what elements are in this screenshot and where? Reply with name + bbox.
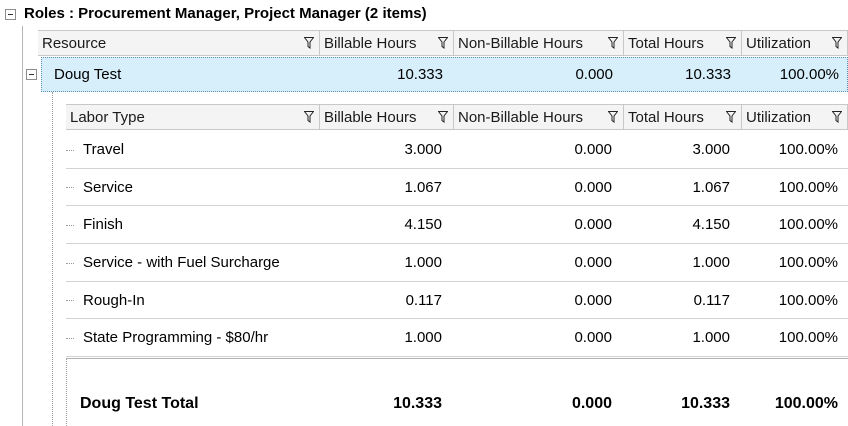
- master-header: Resource Billable Hours Non-Billable Hou…: [38, 30, 848, 56]
- non-billable-cell: 0.000: [574, 178, 612, 196]
- total-cell: 10.333: [685, 66, 731, 83]
- filter-icon[interactable]: [726, 37, 736, 49]
- filter-icon[interactable]: [608, 37, 618, 49]
- filter-icon[interactable]: [438, 111, 448, 123]
- col-header-non-billable[interactable]: Non-Billable Hours: [454, 31, 624, 55]
- col-header-label: Labor Type: [70, 108, 145, 126]
- utilization-cell: 100.00%: [778, 141, 838, 158]
- detail-header: Labor Type Billable Hours Non-Billable H…: [66, 104, 848, 130]
- table-row[interactable]: Service 1.067 0.000 1.067 100.00%: [66, 169, 848, 206]
- labor-type-cell: Travel: [83, 141, 125, 158]
- total-cell: 0.117: [693, 291, 730, 309]
- filter-icon[interactable]: [832, 111, 842, 123]
- labor-type-cell: Rough-In: [83, 291, 145, 309]
- utilization-cell: 100.00%: [778, 254, 838, 271]
- non-billable-cell: 0.000: [574, 216, 612, 233]
- billable-cell: 10.333: [397, 66, 443, 83]
- group-collapse-icon[interactable]: [5, 9, 16, 20]
- table-row[interactable]: Service - with Fuel Surcharge 1.000 0.00…: [66, 244, 848, 282]
- col-header-label: Total Hours: [628, 34, 704, 52]
- filter-icon[interactable]: [438, 37, 448, 49]
- col-header-label: Utilization: [746, 108, 812, 126]
- col-header-total[interactable]: Total Hours: [624, 31, 742, 55]
- tree-connector: [52, 92, 53, 426]
- utilization-cell: 100.00%: [778, 216, 838, 233]
- tree-branch: [66, 150, 74, 151]
- filter-icon[interactable]: [726, 111, 736, 123]
- total-cell: 1.000: [692, 254, 730, 271]
- resource-cell: Doug Test: [54, 66, 122, 83]
- billable-cell: 0.117: [405, 291, 442, 309]
- summary-row: Doug Test Total 10.333 0.000 10.333 100.…: [66, 386, 848, 422]
- non-billable-cell: 0.000: [574, 254, 612, 271]
- filter-icon[interactable]: [304, 37, 314, 49]
- labor-type-cell: Service - with Fuel Surcharge: [83, 254, 280, 271]
- summary-total: 10.333: [681, 395, 730, 412]
- labor-type-cell: State Programming - $80/hr: [83, 329, 269, 346]
- tree-branch: [66, 225, 74, 226]
- col-header-utilization[interactable]: Utilization: [742, 31, 848, 55]
- col-header-label: Resource: [42, 34, 107, 52]
- col-header-billable[interactable]: Billable Hours: [320, 31, 454, 55]
- group-title: Roles : Procurement Manager, Project Man…: [24, 5, 427, 22]
- detail-rows: Travel 3.000 0.000 3.000 100.00% Service…: [66, 131, 848, 357]
- col-header-label: Total Hours: [628, 108, 704, 126]
- utilization-cell: 100.00%: [778, 178, 838, 196]
- tree-branch: [66, 263, 74, 264]
- utilization-cell: 100.00%: [778, 329, 838, 346]
- summary-billable: 10.333: [393, 395, 442, 412]
- non-billable-cell: 0.000: [574, 141, 612, 158]
- billable-cell: 4.150: [404, 216, 442, 233]
- billable-cell: 1.000: [404, 329, 442, 346]
- tree-branch: [66, 338, 74, 339]
- billable-cell: 1.067: [404, 178, 442, 196]
- table-row[interactable]: Travel 3.000 0.000 3.000 100.00%: [66, 131, 848, 169]
- col-header-label: Billable Hours: [324, 34, 417, 52]
- non-billable-cell: 0.000: [574, 329, 612, 346]
- grid-left-border: [22, 26, 23, 426]
- labor-type-cell: Finish: [83, 216, 124, 233]
- non-billable-cell: 0.000: [574, 291, 612, 309]
- table-row[interactable]: Finish 4.150 0.000 4.150 100.00%: [66, 206, 848, 244]
- filter-icon[interactable]: [832, 37, 842, 49]
- col-header-utilization[interactable]: Utilization: [742, 105, 848, 129]
- table-row[interactable]: State Programming - $80/hr 1.000 0.000 1…: [66, 319, 848, 357]
- non-billable-cell: 0.000: [575, 66, 613, 83]
- col-header-billable[interactable]: Billable Hours: [320, 105, 454, 129]
- col-header-labor-type[interactable]: Labor Type: [66, 105, 320, 129]
- total-cell: 1.067: [692, 178, 730, 196]
- utilization-cell: 100.00%: [778, 291, 838, 309]
- master-row-doug-test[interactable]: Doug Test 10.333 0.000 10.333 100.00%: [41, 57, 848, 92]
- row-collapse-icon[interactable]: [26, 69, 37, 80]
- summary-divider: [66, 358, 848, 359]
- summary-utilization: 100.00%: [774, 395, 838, 412]
- col-header-label: Non-Billable Hours: [458, 34, 584, 52]
- col-header-resource[interactable]: Resource: [38, 31, 320, 55]
- col-header-label: Billable Hours: [324, 108, 417, 126]
- tree-branch: [66, 300, 74, 301]
- billable-cell: 3.000: [404, 141, 442, 158]
- summary-label: Doug Test Total: [80, 395, 199, 412]
- col-header-label: Utilization: [746, 34, 812, 52]
- col-header-label: Non-Billable Hours: [458, 108, 584, 126]
- labor-type-cell: Service: [83, 178, 134, 196]
- billable-cell: 1.000: [404, 254, 442, 271]
- col-header-non-billable[interactable]: Non-Billable Hours: [454, 105, 624, 129]
- total-cell: 4.150: [692, 216, 730, 233]
- total-cell: 1.000: [692, 329, 730, 346]
- total-cell: 3.000: [692, 141, 730, 158]
- col-header-total[interactable]: Total Hours: [624, 105, 742, 129]
- filter-icon[interactable]: [304, 111, 314, 123]
- summary-non-billable: 0.000: [571, 395, 612, 412]
- utilization-cell: 100.00%: [779, 66, 839, 83]
- table-row[interactable]: Rough-In 0.117 0.000 0.117 100.00%: [66, 282, 848, 319]
- filter-icon[interactable]: [608, 111, 618, 123]
- tree-branch: [66, 187, 74, 188]
